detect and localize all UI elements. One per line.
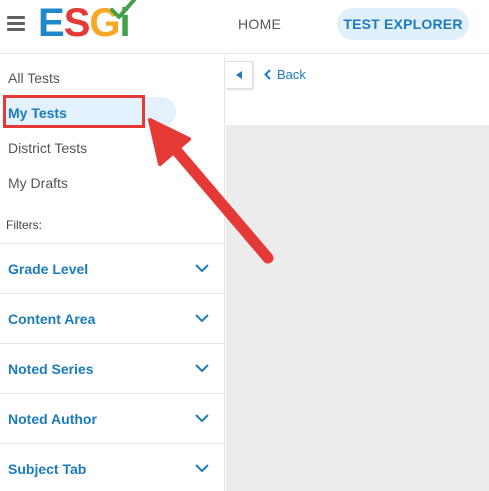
chevron-left-icon bbox=[264, 69, 271, 80]
content-area bbox=[226, 125, 489, 491]
back-link[interactable]: Back bbox=[264, 67, 306, 82]
main-toolbar: Back bbox=[226, 55, 489, 125]
nav-home-link[interactable]: HOME bbox=[238, 16, 281, 32]
nav-test-explorer-button[interactable]: TEST EXPLORER bbox=[337, 8, 469, 40]
main-panel: Back bbox=[226, 55, 489, 491]
sidebar: All Tests My Tests District Tests My Dra… bbox=[0, 55, 225, 491]
sidebar-item-district-tests[interactable]: District Tests bbox=[0, 130, 225, 165]
caret-left-icon bbox=[236, 71, 242, 79]
chevron-down-icon bbox=[195, 364, 209, 373]
chevron-down-icon bbox=[195, 264, 209, 273]
chevron-down-icon bbox=[195, 414, 209, 423]
filter-noted-author[interactable]: Noted Author bbox=[0, 393, 225, 443]
filter-grade-level[interactable]: Grade Level bbox=[0, 243, 225, 293]
logo-checkmark-icon bbox=[110, 0, 136, 19]
back-label: Back bbox=[277, 67, 306, 82]
filter-label: Noted Series bbox=[8, 360, 94, 377]
sidebar-item-my-drafts[interactable]: My Drafts bbox=[0, 165, 225, 200]
sidebar-item-all-tests[interactable]: All Tests bbox=[0, 60, 225, 95]
filter-subject-tab[interactable]: Subject Tab bbox=[0, 443, 225, 491]
chevron-down-icon bbox=[195, 314, 209, 323]
filter-label: Subject Tab bbox=[8, 460, 87, 477]
filter-label: Content Area bbox=[8, 310, 96, 327]
logo-letter-e: E bbox=[38, 1, 65, 45]
chevron-down-icon bbox=[195, 464, 209, 473]
filter-label: Noted Author bbox=[8, 410, 97, 427]
collapse-sidebar-button[interactable] bbox=[226, 61, 253, 89]
filters-label: Filters: bbox=[6, 218, 42, 232]
filter-content-area[interactable]: Content Area bbox=[0, 293, 225, 343]
filter-label: Grade Level bbox=[8, 260, 89, 277]
app-header: E S G i HOME TEST EXPLORER bbox=[0, 0, 489, 54]
hamburger-menu-icon[interactable] bbox=[7, 16, 25, 32]
annotation-highlight-box bbox=[3, 95, 145, 128]
logo-letter-s: S bbox=[63, 1, 91, 45]
filter-noted-series[interactable]: Noted Series bbox=[0, 343, 225, 393]
